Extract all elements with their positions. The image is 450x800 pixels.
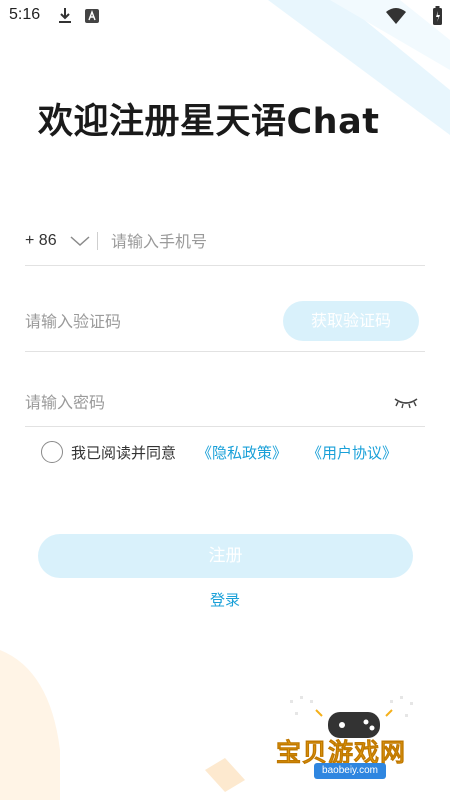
agreement-row: 我已阅读并同意 《隐私政策》 《用户协议》 [41, 440, 421, 464]
password-field-row [25, 375, 425, 427]
privacy-policy-link[interactable]: 《隐私政策》 [197, 442, 287, 463]
phone-input[interactable] [111, 228, 411, 254]
chevron-down-icon[interactable] [69, 234, 91, 248]
page-title: 欢迎注册星天语Chat [38, 102, 380, 142]
battery-icon [433, 6, 442, 25]
register-button[interactable]: 注册 [38, 534, 413, 578]
agreement-radio[interactable] [41, 441, 63, 463]
login-link[interactable]: 登录 [0, 589, 450, 610]
status-bar: 5:16 [0, 0, 450, 32]
get-code-button[interactable]: 获取验证码 [283, 301, 419, 341]
code-field-row: 获取验证码 [25, 296, 425, 352]
agreement-text: 我已阅读并同意 [71, 444, 177, 462]
wifi-icon [386, 8, 406, 24]
app-notification-icon [85, 9, 99, 23]
country-code-selector[interactable]: + 86 [25, 232, 57, 250]
verification-code-input[interactable] [25, 308, 255, 334]
eye-closed-icon[interactable] [393, 397, 419, 409]
status-time: 5:16 [9, 6, 41, 23]
user-agreement-link[interactable]: 《用户协议》 [307, 442, 397, 463]
download-icon [59, 8, 71, 23]
password-input[interactable] [25, 389, 365, 415]
field-divider [97, 232, 98, 250]
phone-field-row: + 86 [25, 214, 425, 266]
watermark-url: baobeiy.com [314, 763, 386, 779]
